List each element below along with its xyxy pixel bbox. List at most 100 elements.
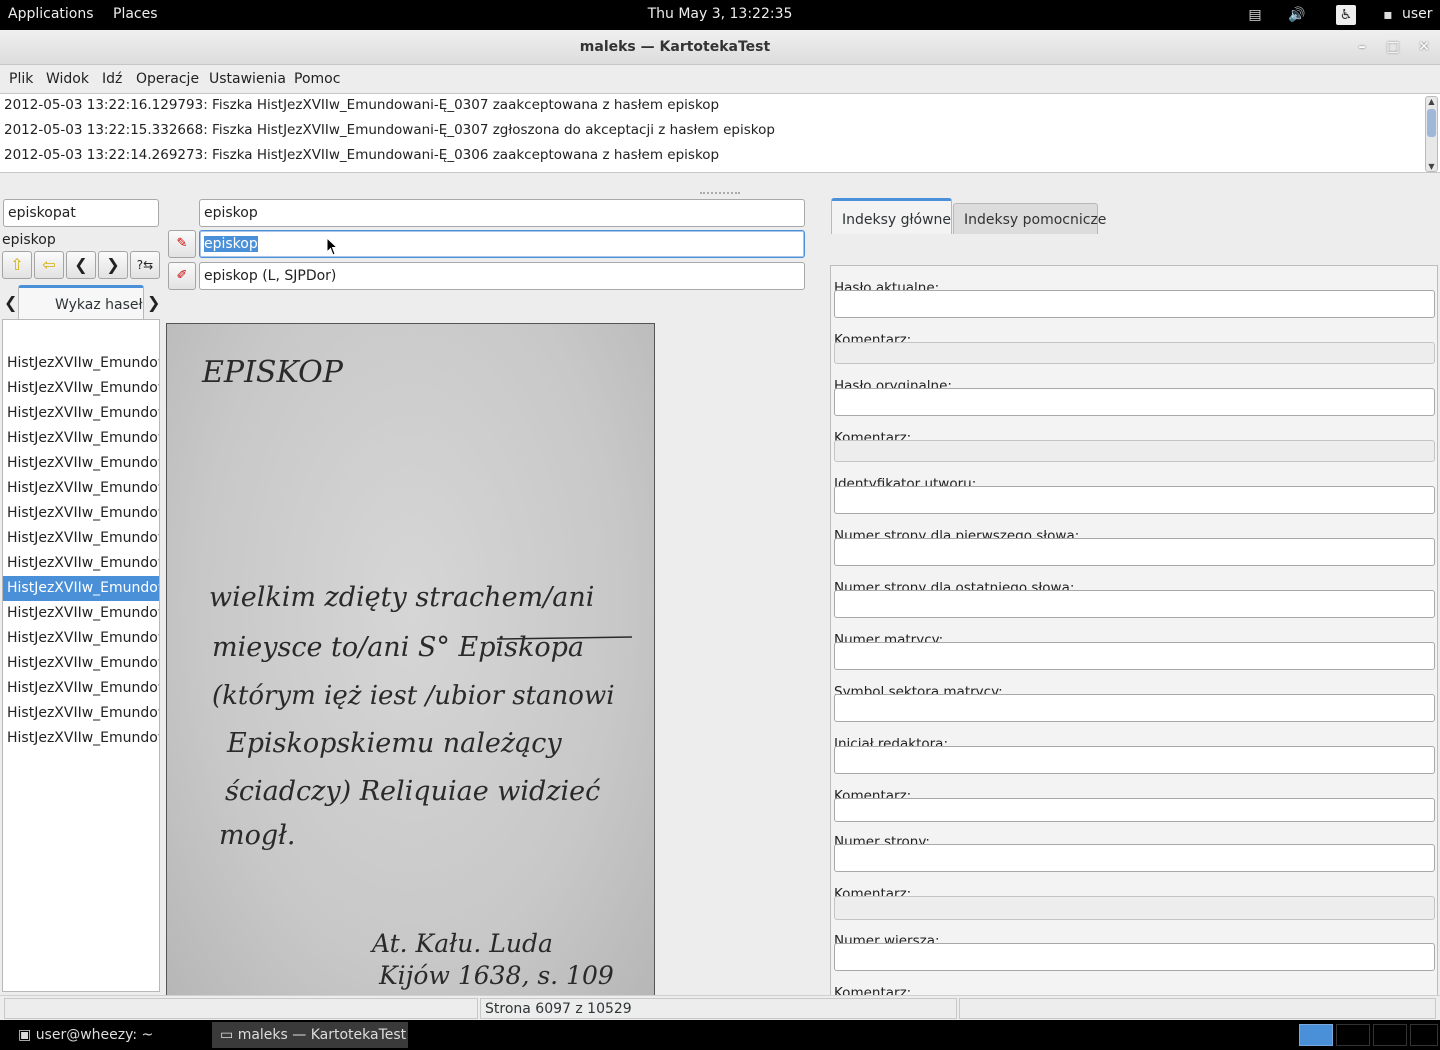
list-item[interactable]: HistJezXVIIw_Emundowani-Ę_0311: [3, 676, 159, 701]
taskbar: ▣ user@wheezy: ~ ▭ maleks — KartotekaTes…: [0, 1020, 1440, 1050]
form-input[interactable]: [834, 440, 1435, 462]
close-button[interactable]: ✕: [1412, 36, 1436, 58]
form-input[interactable]: [834, 486, 1435, 514]
workspace-4[interactable]: [1410, 1024, 1438, 1046]
menu-pomoc[interactable]: Pomoc: [294, 71, 340, 87]
minimize-button[interactable]: –: [1350, 36, 1374, 58]
app-window: maleks — KartotekaTest – □ ✕ Plik Widok …: [0, 30, 1440, 1023]
list-item[interactable]: HistJezXVIIw_Emundowani-Ę_0308: [3, 601, 159, 626]
form-input[interactable]: [834, 896, 1435, 920]
taskbar-terminal[interactable]: ▣ user@wheezy: ~: [10, 1022, 161, 1048]
scroll-up-icon[interactable]: ▲: [1426, 97, 1437, 106]
taskbar-label: user@wheezy: ~: [35, 1027, 154, 1043]
next-icon[interactable]: ❯: [98, 251, 128, 279]
list-item[interactable]: HistJezXVIIw_Emundowani-Ę_0306: [3, 551, 159, 576]
tab-scroll-right-icon[interactable]: ❯: [147, 293, 160, 312]
tab-indeksy-pomocnicze[interactable]: Indeksy pomocnicze: [953, 203, 1106, 234]
tab-wykaz-hasel[interactable]: Wykaz haseł: [18, 285, 144, 319]
scan-line: mogł.: [219, 820, 295, 851]
edit-entry-icon[interactable]: ✎: [168, 230, 196, 258]
index-form: Hasło aktualne: Komentarz: Hasło oryginaln…: [830, 265, 1438, 1023]
list-item[interactable]: HistJezXVIIw_Emundowani-Ę_0307: [3, 576, 159, 601]
log-line: 2012-05-03 13:22:15.332668: Fiszka HistJ…: [4, 122, 775, 138]
clipboard-icon[interactable]: ▤: [1245, 5, 1265, 25]
user-menu[interactable]: user: [1402, 6, 1433, 22]
window-icon: ▭: [220, 1027, 234, 1043]
list-item[interactable]: HistJezXVIIw_Emundowani-Ę_0301: [3, 426, 159, 451]
terminal-icon: ▣: [18, 1027, 32, 1043]
list-item[interactable]: HistJezXVIIw_Emundowani-Ę_0303: [3, 476, 159, 501]
workspace-3[interactable]: [1373, 1024, 1407, 1046]
list-item[interactable]: HistJezXVIIw_Emundowani-Ę_0302: [3, 451, 159, 476]
log-panel[interactable]: 2012-05-03 13:22:16.129793: Fiszka HistJ…: [0, 93, 1440, 173]
form-input[interactable]: [834, 943, 1435, 971]
list-item[interactable]: HistJezXVIIw_Emundowani-Ę_0309: [3, 626, 159, 651]
maximize-button[interactable]: □: [1381, 36, 1405, 58]
list-item[interactable]: HistJezXVIIw_Emundowani-Ę_0300: [3, 401, 159, 426]
form-input[interactable]: [834, 538, 1435, 566]
form-input[interactable]: [834, 844, 1435, 872]
log-line: 2012-05-03 13:22:16.129793: Fiszka HistJ…: [4, 97, 720, 113]
scan-line: wielkim zdięty strachem/ani: [209, 582, 594, 613]
list-item[interactable]: HistJezXVIIw_Emundowani-Ę_0305: [3, 526, 159, 551]
search-input[interactable]: episkopat: [3, 199, 159, 227]
scroll-down-icon[interactable]: ▼: [1426, 162, 1437, 171]
page-status: Strona 6097 z 10529: [480, 998, 957, 1019]
scrollbar-thumb[interactable]: [1427, 109, 1436, 137]
scan-line: mieysce to/ani S° Episkopa: [212, 632, 584, 663]
dictionary-icon[interactable]: ✐: [168, 262, 196, 290]
entry-field-2[interactable]: episkop: [199, 230, 805, 258]
list-item[interactable]: HistJezXVIIw_Emundowani-Ę_0310: [3, 651, 159, 676]
entry-field-1[interactable]: episkop: [199, 199, 805, 227]
list-item[interactable]: HistJezXVIIw_Emundowani-Ę_0313: [3, 726, 159, 751]
help-icon[interactable]: ?⇆: [130, 251, 160, 279]
clock[interactable]: Thu May 3, 13:22:35: [0, 6, 1440, 22]
entry-list[interactable]: HistJezXVIIw_Emundowani-Ę_0298HistJezXVI…: [2, 319, 160, 992]
left-tab-bar: ❮ Wykaz haseł ❯: [0, 285, 162, 319]
list-item[interactable]: HistJezXVIIw_Emundowani-Ę_0312: [3, 701, 159, 726]
scan-line: Episkopskiemu należący: [226, 728, 562, 759]
form-input[interactable]: [834, 642, 1435, 670]
scan-line: (którym ięż iest /ubior stanowi: [212, 681, 615, 711]
form-input[interactable]: [834, 388, 1435, 416]
taskbar-label: maleks — KartotekaTest: [237, 1027, 407, 1043]
pane-grip[interactable]: [700, 192, 740, 196]
menu-operacje[interactable]: Operacje: [136, 71, 199, 87]
menu-idz[interactable]: Idź: [102, 71, 122, 87]
list-item[interactable]: HistJezXVIIw_Emundowani-Ę_0298: [3, 351, 159, 376]
status-cell-right: [959, 998, 1436, 1019]
accessibility-icon[interactable]: ♿: [1336, 5, 1356, 25]
volume-icon[interactable]: 🔊: [1287, 5, 1307, 25]
scan-line: EPISKOP: [201, 355, 344, 390]
entry-field-3[interactable]: episkop (L, SJPDor): [199, 262, 805, 290]
scan-line: At. Kału. Luda: [370, 929, 553, 958]
taskbar-kartoteka[interactable]: ▭ maleks — KartotekaTest: [212, 1022, 408, 1048]
tab-scroll-left-icon[interactable]: ❮: [4, 293, 17, 312]
menu-widok[interactable]: Widok: [46, 71, 89, 87]
menu-bar: Plik Widok Idź Operacje Ustawienia Pomoc: [0, 65, 1440, 92]
form-input[interactable]: [834, 590, 1435, 618]
tab-indeksy-glowne[interactable]: Indeksy główne: [831, 198, 952, 234]
form-input[interactable]: [834, 694, 1435, 722]
log-line: 2012-05-03 13:22:14.269273: Fiszka HistJ…: [4, 147, 720, 163]
chat-icon[interactable]: ▪: [1378, 5, 1398, 25]
menu-plik[interactable]: Plik: [9, 71, 33, 87]
previous-icon[interactable]: ❮: [66, 251, 96, 279]
workspace-2[interactable]: [1336, 1024, 1370, 1046]
current-entry-label: episkop: [2, 232, 56, 248]
form-input[interactable]: [834, 290, 1435, 318]
status-cell-left: [4, 998, 478, 1019]
form-input[interactable]: [834, 746, 1435, 774]
list-item[interactable]: HistJezXVIIw_Emundowani-Ę_0304: [3, 501, 159, 526]
workspace-1[interactable]: [1299, 1024, 1333, 1046]
form-input[interactable]: [834, 798, 1435, 822]
form-input[interactable]: [834, 342, 1435, 364]
menu-ustawienia[interactable]: Ustawienia: [209, 71, 286, 87]
selected-text: episkop: [204, 236, 258, 252]
up-arrow-icon[interactable]: ⇧: [2, 251, 32, 279]
card-scan-image[interactable]: EPISKOP wielkim zdięty strachem/ani miey…: [166, 323, 655, 1023]
title-bar[interactable]: maleks — KartotekaTest – □ ✕: [0, 30, 1440, 65]
list-item[interactable]: HistJezXVIIw_Emundowani-Ę_0299: [3, 376, 159, 401]
log-scrollbar[interactable]: ▲ ▼: [1425, 96, 1438, 172]
back-arrow-icon[interactable]: ⇦: [34, 251, 64, 279]
